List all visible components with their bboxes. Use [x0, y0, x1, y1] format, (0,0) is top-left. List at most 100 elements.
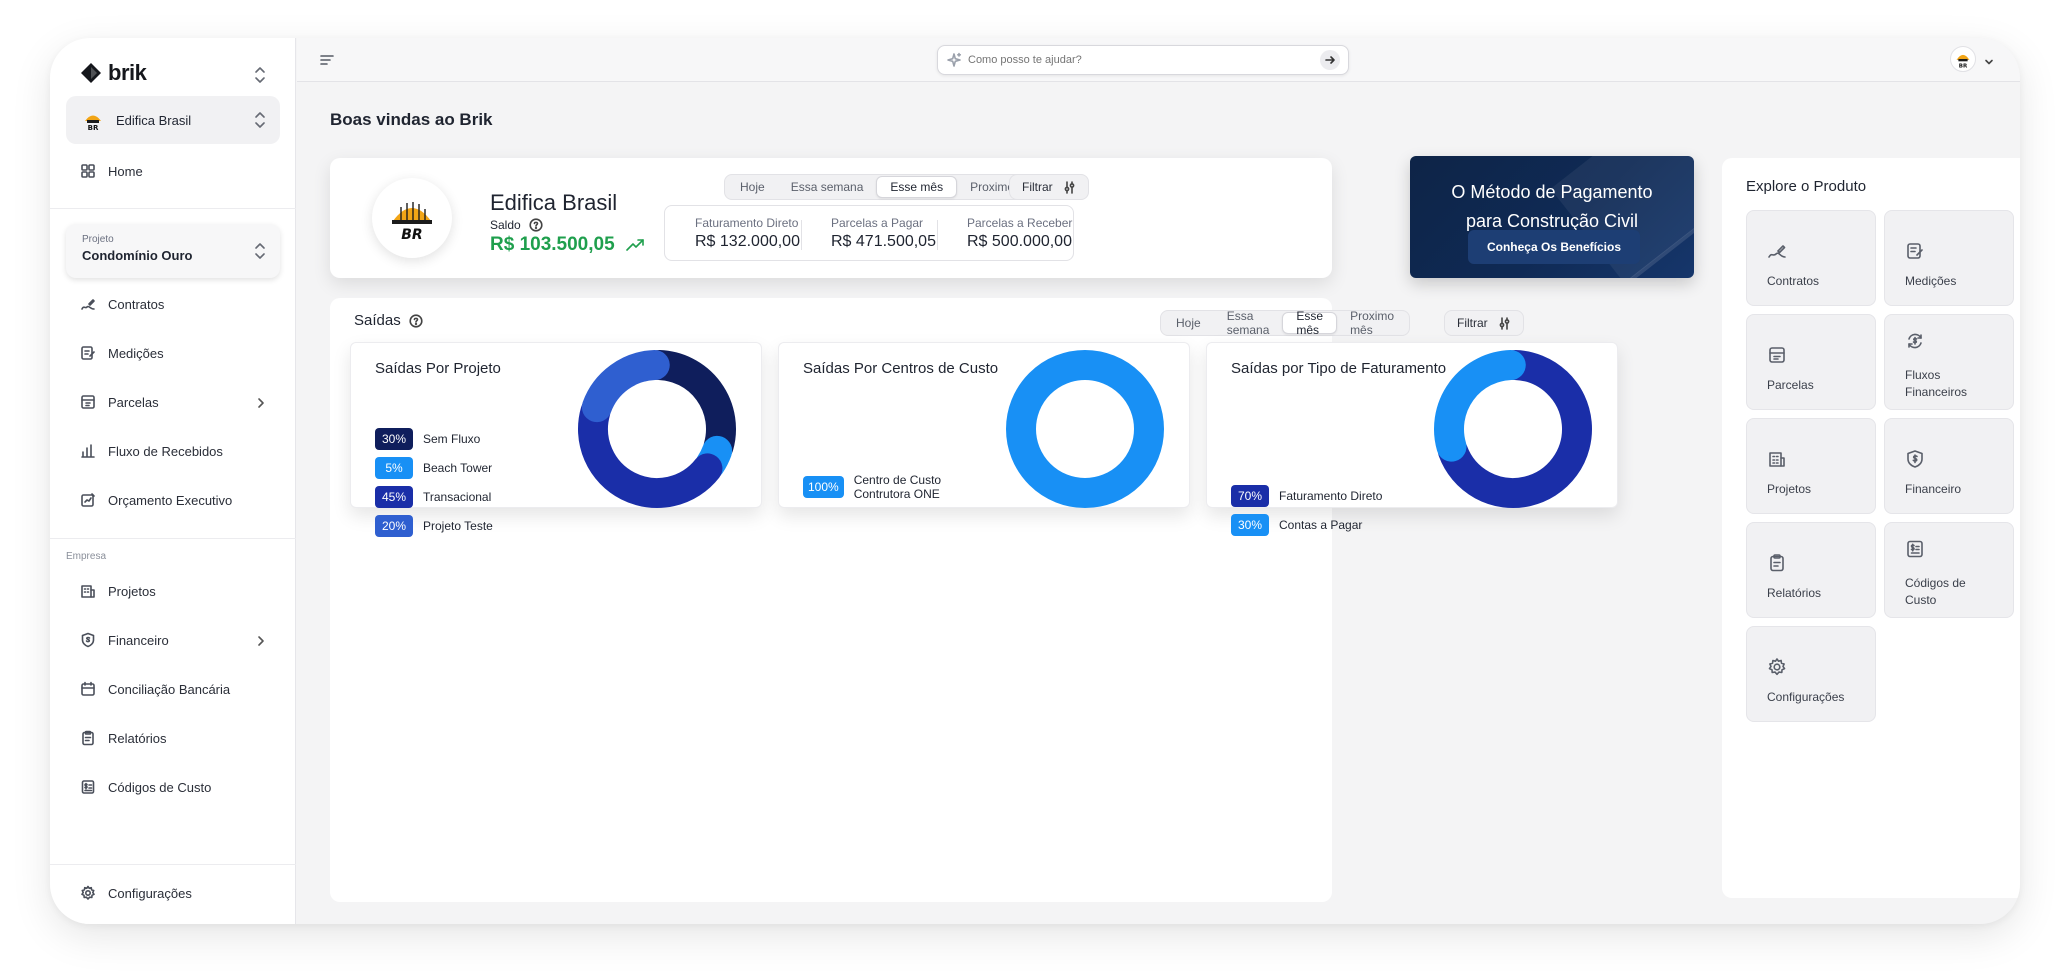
tile-fluxos-financeiros[interactable]: Fluxos Financeiros [1884, 314, 2014, 410]
tab-hoje[interactable]: Hoje [727, 176, 778, 198]
legend-badge: 45% [375, 486, 413, 508]
building-icon [80, 583, 96, 599]
sidebar-item-label: Orçamento Executivo [108, 492, 233, 508]
sidebar-item-contratos[interactable]: Contratos [80, 293, 164, 315]
edit-doc-icon [1905, 241, 1925, 261]
promo-banner[interactable]: O Método de Pagamento para Construção Ci… [1410, 156, 1694, 278]
donut-chart[interactable] [1433, 349, 1593, 509]
legend-badge: 70% [1231, 485, 1269, 507]
hero-filter-button[interactable]: Filtrar [1009, 174, 1089, 200]
chevron-right-icon[interactable] [255, 396, 267, 408]
kpi-value: R$ 500.000,00 [967, 232, 1072, 250]
kpi-label: Faturamento Direto [695, 215, 799, 230]
tile-configuracoes[interactable]: Configurações [1746, 626, 1876, 722]
legend-item[interactable]: 30% Sem Fluxo [375, 428, 493, 450]
shield-dollar-icon [80, 632, 96, 648]
saidas-filter-button[interactable]: Filtrar [1444, 310, 1524, 336]
donut-slice[interactable] [1434, 350, 1526, 462]
tile-codigos-custo[interactable]: Códigos de Custo [1884, 522, 2014, 618]
project-selector[interactable]: Projeto Condomínio Ouro [66, 224, 280, 278]
sidebar-item-parcelas[interactable]: Parcelas [80, 391, 159, 413]
promo-title: O Método de Pagamento para Construção Ci… [1410, 178, 1694, 236]
section-label-empresa: Empresa [66, 551, 107, 562]
tile-label: Relatórios [1767, 586, 1822, 600]
bar-chart-icon [80, 443, 96, 459]
promo-cta-button[interactable]: Conheça Os Benefícios [1468, 230, 1640, 264]
chevron-right-icon[interactable] [255, 634, 267, 646]
legend-label: Beach Tower [423, 461, 493, 475]
cost-code-icon [80, 779, 96, 795]
chart-title: Saídas Por Projeto [375, 360, 501, 377]
legend-label: Sem Fluxo [423, 432, 481, 446]
sidebar-item-conciliacao[interactable]: Conciliação Bancária [80, 678, 230, 700]
kpi-label: Parcelas a Receber [967, 215, 1073, 230]
chart-legend: 100% Centro de Custo Contrutora ONE [803, 473, 964, 508]
kpi-value: R$ 132.000,00 [695, 232, 800, 250]
sidebar-item-configuracoes[interactable]: Configurações [80, 882, 192, 904]
sidebar: brik BR Edifica Brasil Home Projeto Cond… [50, 38, 296, 924]
sidebar-toggle-icon[interactable] [319, 52, 335, 68]
company-switch-icon[interactable] [253, 111, 267, 129]
tile-projetos[interactable]: Projetos [1746, 418, 1876, 514]
chart-title: Saídas por Tipo de Faturamento [1231, 360, 1447, 377]
sidebar-item-orcamento[interactable]: Orçamento Executivo [80, 489, 232, 511]
tile-medicoes[interactable]: Medições [1884, 210, 2014, 306]
svg-text:BR: BR [401, 227, 422, 243]
legend-badge: 30% [375, 428, 413, 450]
sidebar-item-codigos-custo[interactable]: Códigos de Custo [80, 776, 211, 798]
workspace-switch-icon[interactable] [253, 66, 267, 84]
edit-doc-icon [80, 345, 96, 361]
divider [50, 538, 296, 539]
legend-label: Centro de Custo Contrutora ONE [853, 473, 942, 501]
legend-item[interactable]: 30% Contas a Pagar [1231, 514, 1382, 536]
donut-slice[interactable] [644, 350, 736, 462]
legend-item[interactable]: 20% Projeto Teste [375, 515, 493, 537]
sidebar-item-relatorios[interactable]: Relatórios [80, 727, 167, 749]
tab-hoje[interactable]: Hoje [1163, 312, 1214, 334]
legend-badge: 5% [375, 457, 413, 479]
sidebar-item-projetos[interactable]: Projetos [80, 580, 156, 602]
sidebar-item-financeiro[interactable]: Financeiro [80, 629, 169, 651]
tab-esse-mes[interactable]: Esse mês [876, 176, 958, 198]
sidebar-item-home[interactable]: Home [80, 160, 143, 182]
sidebar-item-label: Configurações [108, 885, 192, 901]
legend-item[interactable]: 45% Transacional [375, 486, 493, 508]
tile-parcelas[interactable]: Parcelas [1746, 314, 1876, 410]
tab-proximo-mes[interactable]: Proximo mês [1337, 309, 1407, 337]
company-name: Edifica Brasil [116, 112, 192, 128]
donut-slice[interactable] [578, 396, 723, 508]
legend-item[interactable]: 5% Beach Tower [375, 457, 493, 479]
chart-legend: 30% Sem Fluxo 5% Beach Tower 45% Transacion… [375, 428, 493, 544]
tile-label: Projetos [1767, 482, 1812, 496]
submit-search-button[interactable] [1320, 50, 1340, 70]
legend-item[interactable]: 70% Faturamento Direto [1231, 485, 1382, 507]
user-menu[interactable]: BR [1950, 46, 1994, 72]
project-switch-icon[interactable] [253, 242, 267, 260]
donut-slice[interactable] [581, 350, 670, 423]
help-circle-icon[interactable] [409, 313, 423, 328]
tile-financeiro[interactable]: Financeiro [1884, 418, 2014, 514]
sliders-icon [1498, 316, 1511, 330]
tile-relatorios[interactable]: Relatórios [1746, 522, 1876, 618]
tab-essa-semana[interactable]: Essa semana [778, 176, 877, 198]
sidebar-item-label: Projetos [108, 583, 156, 599]
company-selector[interactable]: BR Edifica Brasil [66, 96, 280, 144]
trending-up-icon [625, 235, 645, 255]
kpi-value: R$ 471.500,05 [831, 232, 936, 250]
sidebar-item-fluxo-recebidos[interactable]: Fluxo de Recebidos [80, 440, 223, 462]
donut-chart[interactable] [577, 349, 737, 509]
donut-chart[interactable] [1005, 349, 1165, 509]
tile-contratos[interactable]: Contratos [1746, 210, 1876, 306]
assistant-search[interactable] [937, 45, 1349, 75]
donut-slice[interactable] [1006, 350, 1164, 508]
sidebar-item-medicoes[interactable]: Medições [80, 342, 164, 364]
saidas-panel: Saídas Hoje Essa semana Esse mês Proximo… [330, 298, 1618, 902]
legend-item[interactable]: 100% Centro de Custo Contrutora ONE [803, 473, 964, 501]
tab-essa-semana[interactable]: Essa semana [1214, 309, 1283, 337]
building-icon [1767, 449, 1787, 469]
brand-logo[interactable]: brik [80, 58, 147, 88]
tab-esse-mes[interactable]: Esse mês [1282, 309, 1338, 337]
search-input[interactable] [968, 54, 1320, 66]
help-circle-icon[interactable] [529, 218, 543, 232]
sidebar-item-label: Parcelas [108, 394, 159, 410]
